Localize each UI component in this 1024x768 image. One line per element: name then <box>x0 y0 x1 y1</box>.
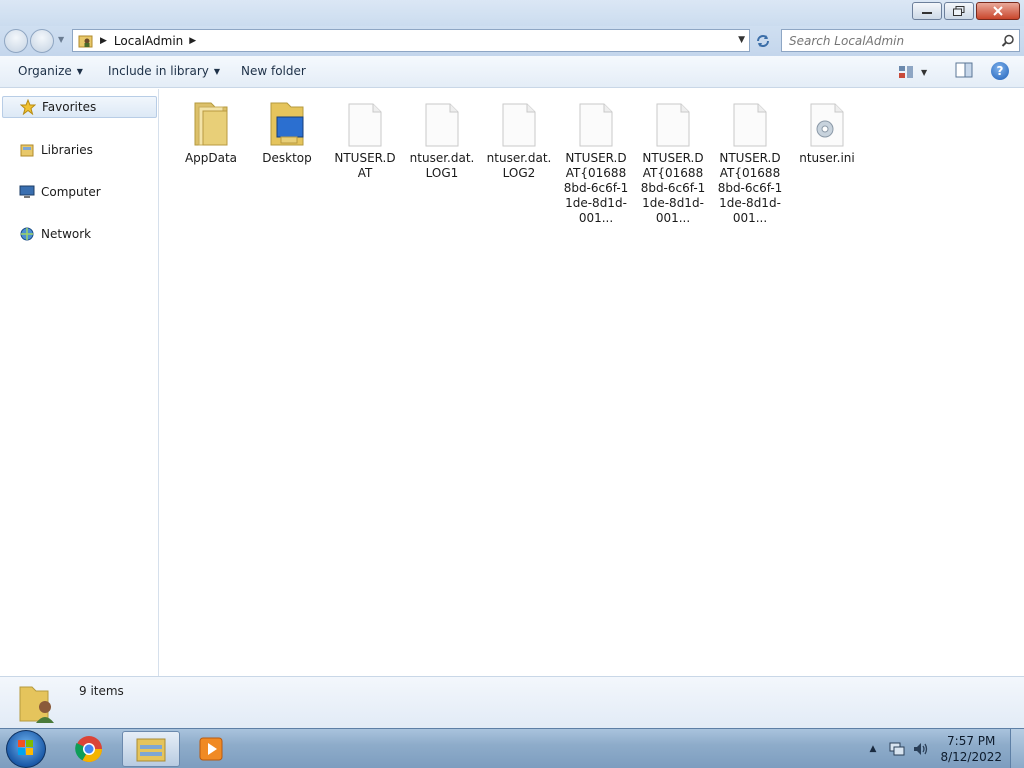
library-icon <box>19 142 35 158</box>
show-desktop-button[interactable] <box>1010 729 1024 768</box>
nav-item-favorites[interactable]: Favorites <box>2 96 157 118</box>
include-label: Include in library <box>108 64 209 78</box>
star-icon <box>20 99 36 115</box>
chevron-down-icon: ▼ <box>76 66 83 76</box>
taskbar-explorer[interactable] <box>122 731 180 767</box>
item-count: 9 items <box>79 684 124 698</box>
restore-icon <box>953 6 965 16</box>
nav-label-favorites: Favorites <box>42 100 97 114</box>
chevron-down-icon[interactable]: ▼ <box>921 68 927 77</box>
recent-pages-dropdown[interactable]: ▼ <box>58 35 64 44</box>
chevron-down-icon: ▼ <box>213 66 221 76</box>
file-name: AppData <box>184 151 238 165</box>
window-controls <box>910 2 1020 20</box>
clock-date: 8/12/2022 <box>940 750 1002 764</box>
file-item-desktop[interactable]: Desktop <box>250 99 324 166</box>
file-item-ntuser-dat[interactable]: NTUSER.DAT <box>328 99 402 181</box>
details-pane: 9 items <box>0 676 1024 728</box>
file-icon <box>572 99 620 147</box>
file-item-ntuser-guid-2[interactable]: NTUSER.DAT{016888bd-6c6f-11de-8d1d-001..… <box>636 99 710 226</box>
start-button[interactable] <box>6 730 46 768</box>
desktop-folder-icon <box>263 99 311 147</box>
taskbar-chrome[interactable] <box>60 731 118 767</box>
user-folder-icon <box>78 35 93 47</box>
forward-button[interactable] <box>30 29 54 53</box>
nav-item-network[interactable]: Network <box>0 223 157 245</box>
search-input[interactable] <box>789 33 999 48</box>
close-button[interactable] <box>976 2 1020 20</box>
file-item-ntuser-ini[interactable]: ntuser.ini <box>790 99 864 166</box>
search-box[interactable] <box>781 29 1020 52</box>
restore-button[interactable] <box>944 2 974 20</box>
change-view-button[interactable]: ▼ <box>898 61 940 83</box>
minimize-button[interactable] <box>912 2 942 20</box>
minimize-icon <box>922 12 932 14</box>
taskbar: ▲ 7:57 PM 8/12/2022 <box>0 728 1024 768</box>
system-tray: ▲ 7:57 PM 8/12/2022 <box>870 729 1024 768</box>
back-button[interactable] <box>4 29 28 53</box>
file-icon <box>726 99 774 147</box>
title-bar <box>0 0 1024 26</box>
user-folder-icon <box>19 686 54 723</box>
settings-file-icon <box>803 99 851 147</box>
include-in-library-button[interactable]: Include in library ▼ <box>108 64 220 78</box>
folder-icon <box>187 99 235 147</box>
file-icon <box>418 99 466 147</box>
preview-pane-button[interactable] <box>955 62 973 81</box>
computer-icon <box>19 184 35 200</box>
new-folder-label: New folder <box>241 64 306 78</box>
breadcrumb-localadmin[interactable]: LocalAdmin <box>114 34 183 48</box>
file-item-ntuser-guid-1[interactable]: NTUSER.DAT{016888bd-6c6f-11de-8d1d-001..… <box>559 99 633 226</box>
windows-logo-icon <box>18 740 33 755</box>
taskbar-media-player[interactable] <box>182 731 240 767</box>
file-name: ntuser.dat.LOG1 <box>409 151 475 180</box>
network-icon <box>19 226 35 242</box>
address-dropdown[interactable]: ▼ <box>738 35 745 45</box>
search-icon[interactable] <box>1001 34 1015 48</box>
file-list: AppData Desktop NTUSER.DAT ntuser.dat.LO… <box>160 89 1024 676</box>
new-folder-button[interactable]: New folder <box>241 64 306 78</box>
address-row: ▼ ▶ LocalAdmin ▶ ▼ <box>0 26 1024 56</box>
refresh-button[interactable] <box>752 30 774 52</box>
chrome-icon <box>75 736 103 763</box>
file-item-log2[interactable]: ntuser.dat.LOG2 <box>482 99 556 181</box>
file-name: ntuser.ini <box>799 151 855 165</box>
address-bar[interactable]: ▶ LocalAdmin ▶ ▼ <box>72 29 750 52</box>
network-status-icon[interactable] <box>888 740 906 758</box>
navigation-pane: Favorites Libraries Computer Network <box>0 89 159 676</box>
file-name: NTUSER.DAT{016888bd-6c6f-11de-8d1d-001..… <box>640 151 706 225</box>
nav-item-computer[interactable]: Computer <box>0 181 157 203</box>
file-name: NTUSER.DAT{016888bd-6c6f-11de-8d1d-001..… <box>717 151 783 225</box>
command-bar: Organize ▼ Include in library ▼ New folder… <box>0 56 1024 88</box>
nav-item-libraries[interactable]: Libraries <box>0 139 157 161</box>
nav-label-network: Network <box>41 227 92 241</box>
file-icon <box>341 99 389 147</box>
breadcrumb-separator[interactable]: ▶ <box>100 36 107 46</box>
file-name: Desktop <box>262 151 312 165</box>
volume-icon[interactable] <box>912 740 930 758</box>
file-name: NTUSER.DAT{016888bd-6c6f-11de-8d1d-001..… <box>563 151 629 225</box>
file-icon <box>495 99 543 147</box>
file-icon <box>649 99 697 147</box>
show-hidden-icons-button[interactable]: ▲ <box>870 744 877 754</box>
clock[interactable]: 7:57 PM 8/12/2022 <box>940 733 1002 765</box>
media-player-icon <box>199 737 223 761</box>
file-item-log1[interactable]: ntuser.dat.LOG1 <box>405 99 479 181</box>
preview-pane-icon <box>955 62 973 78</box>
file-name: ntuser.dat.LOG2 <box>486 151 552 180</box>
nav-label-libraries: Libraries <box>41 143 93 157</box>
nav-label-computer: Computer <box>41 185 101 199</box>
organize-button[interactable]: Organize ▼ <box>18 64 83 78</box>
file-item-ntuser-guid-3[interactable]: NTUSER.DAT{016888bd-6c6f-11de-8d1d-001..… <box>713 99 787 226</box>
close-icon <box>993 6 1003 16</box>
view-icon <box>899 66 913 78</box>
breadcrumb-separator[interactable]: ▶ <box>189 36 196 46</box>
clock-time: 7:57 PM <box>947 734 996 748</box>
organize-label: Organize <box>18 64 72 78</box>
explorer-icon <box>136 738 166 762</box>
file-item-appdata[interactable]: AppData <box>174 99 248 166</box>
help-button[interactable]: ? <box>991 62 1009 80</box>
file-name: NTUSER.DAT <box>334 151 396 180</box>
refresh-icon <box>757 35 769 47</box>
